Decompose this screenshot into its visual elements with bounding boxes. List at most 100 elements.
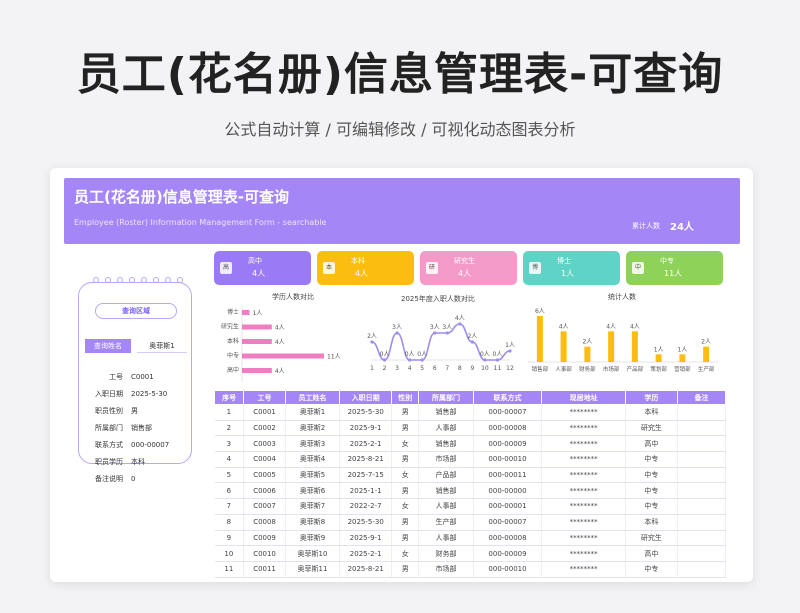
table-cell: 2025-9-1 xyxy=(339,530,393,547)
table-cell: 000-00009 xyxy=(473,435,543,453)
table-cell: C0006 xyxy=(243,482,286,500)
promo-subtitle: 公式自动计算 / 可编辑修改 / 可视化动态图表分析 xyxy=(224,120,576,139)
table-cell: 000-00009 xyxy=(473,545,543,562)
bar xyxy=(655,354,662,362)
table-cell: 中专 xyxy=(625,498,678,515)
column-header[interactable]: 入职日期 xyxy=(339,390,393,405)
table-row[interactable]: 6 C0006 奥菲斯6 2025-1-1 男销售部 000-00000 ******** 中… xyxy=(214,482,727,500)
column-header[interactable]: 现居地址 xyxy=(541,390,626,405)
value-label: 4人 xyxy=(275,339,285,346)
data-point xyxy=(433,331,437,335)
kpi-icon: 中 xyxy=(632,262,644,274)
data-point xyxy=(470,340,474,344)
table-row[interactable]: 10 C0010 奥菲斯10 2025-2-1 女财务部 000-00009 *******… xyxy=(214,545,727,562)
table-row[interactable]: 2 C0002 奥菲斯2 2025-9-1 男人事部 000-00008 ******** 研… xyxy=(214,420,727,437)
query-field-label: 入职日期 xyxy=(95,390,123,398)
table-cell: C0010 xyxy=(243,545,286,562)
table-cell: C0004 xyxy=(243,451,286,468)
hire-line-chart: 2人 1 0人 2 3人 3 0人 4 0人 5 3人 6 3人 7 4人 8 2人 9 0人 10 0人 11 1人 12 xyxy=(367,315,515,372)
column-header[interactable]: 学历 xyxy=(624,390,678,405)
kpi-icon: 博 xyxy=(529,262,541,274)
ring-icon xyxy=(129,277,135,283)
ring-icon xyxy=(165,277,171,283)
query-field-row: 工号 C0001 xyxy=(85,371,154,383)
category-label: 研究生 xyxy=(221,323,239,331)
bar xyxy=(242,310,250,315)
table-cell: 男 xyxy=(391,420,420,437)
table-row[interactable]: 5 C0005 奥菲斯5 2025-7-15 女产品部 000-00011 ********… xyxy=(214,467,727,484)
table-row[interactable]: 9 C0009 奥菲斯9 2025-9-1 男人事部 000-00008 ******** 研… xyxy=(214,530,727,547)
table-cell: 2025-7-15 xyxy=(339,467,393,484)
data-point xyxy=(445,331,449,335)
value-label: 4人 xyxy=(606,323,616,330)
ring-icon xyxy=(177,277,183,283)
table-cell: 000-00007 xyxy=(473,404,543,421)
table-cell: 销售部 xyxy=(418,435,474,453)
table-row[interactable]: 3 C0003 奥菲斯3 2025-2-1 女销售部 000-00009 ******** 高… xyxy=(214,435,727,453)
table-cell: C0005 xyxy=(243,467,286,484)
column-header[interactable]: 员工姓名 xyxy=(284,390,341,405)
query-field-value: 0 xyxy=(131,475,136,483)
ring-icon xyxy=(117,277,123,283)
category-label: 生产部 xyxy=(698,365,715,373)
column-header[interactable]: 性别 xyxy=(391,390,420,405)
table-cell: 奥菲斯10 xyxy=(285,545,341,562)
category-label: 博士 xyxy=(227,308,239,316)
query-field-value: 本科 xyxy=(131,458,145,466)
query-field-row: 所属部门 销售部 xyxy=(85,422,152,434)
table-cell: 2025-2-1 xyxy=(339,435,393,453)
header-title: 员工(花名册)信息管理表-可查询 xyxy=(74,188,289,206)
table-row[interactable]: 8 C0008 奥菲斯8 2025-5-30 男生产部 000-00007 ********… xyxy=(214,514,727,531)
total-count-label: 累计人数 xyxy=(632,222,660,230)
table-cell xyxy=(677,420,727,437)
table-cell: 9 xyxy=(214,530,245,547)
value-label: 4人 xyxy=(630,323,640,330)
table-cell: 奥菲斯3 xyxy=(285,435,341,453)
bar xyxy=(560,331,567,362)
query-field-value: 2025-5-30 xyxy=(131,390,168,398)
column-header[interactable]: 工号 xyxy=(243,390,286,405)
column-header[interactable]: 备注 xyxy=(676,390,727,405)
table-row[interactable]: 1 C0001 奥菲斯1 2025-5-30 男销售部 000-00007 ********… xyxy=(214,404,727,421)
table-cell: 2025-2-1 xyxy=(339,545,393,562)
table-cell: 人事部 xyxy=(418,530,474,547)
table-row[interactable]: 4 C0004 奥菲斯4 2025-8-21 男市场部 000-00010 ********… xyxy=(214,451,727,468)
value-label: 3人 xyxy=(392,324,402,331)
table-cell: 5 xyxy=(214,467,245,484)
column-header[interactable]: 联系方式 xyxy=(472,390,543,405)
table-cell: 中专 xyxy=(625,482,678,500)
table-cell: C0003 xyxy=(243,435,286,453)
ring-icon xyxy=(141,277,147,283)
binder-rings xyxy=(93,277,183,287)
table-cell: 2022-2-7 xyxy=(339,498,393,515)
kpi-icon: 高 xyxy=(220,262,232,274)
column-header[interactable]: 序号 xyxy=(213,390,245,405)
table-cell: C0002 xyxy=(243,420,286,437)
table-cell: 000-00000 xyxy=(473,482,543,500)
query-field-row: 入职日期 2025-5-30 xyxy=(85,388,167,400)
category-label: 营销部 xyxy=(674,365,691,373)
data-point xyxy=(495,358,500,362)
column-header[interactable]: 所属部门 xyxy=(418,390,474,405)
bar xyxy=(584,346,591,362)
table-cell: 生产部 xyxy=(418,514,474,531)
x-tick-label: 8 xyxy=(458,365,462,372)
category-label: 中专 xyxy=(227,352,239,360)
data-point xyxy=(420,358,424,362)
x-tick-label: 6 xyxy=(433,365,437,372)
table-cell: 女 xyxy=(391,435,420,453)
table-row[interactable]: 7 C0007 奥菲斯7 2022-2-7 女人事部 000-00001 ******** 中… xyxy=(214,498,727,515)
table-cell xyxy=(677,514,727,531)
table-row[interactable]: 11 C0011 奥菲斯11 2025-8-21 男市场部 000-00010 ******… xyxy=(214,561,727,578)
kpi-label: 博士 xyxy=(557,257,571,265)
x-tick-label: 9 xyxy=(470,365,474,372)
bar xyxy=(242,339,272,344)
table-cell: 奥菲斯1 xyxy=(285,404,341,421)
value-label: 0人 xyxy=(380,351,390,358)
query-field-row: 备注说明 0 xyxy=(85,473,135,485)
x-tick-label: 7 xyxy=(445,365,449,372)
table-cell: 中专 xyxy=(625,467,678,484)
table-cell: 研究生 xyxy=(625,420,678,437)
query-name-input[interactable]: 奥菲斯1 xyxy=(137,339,187,353)
table-cell: 中专 xyxy=(625,561,678,578)
